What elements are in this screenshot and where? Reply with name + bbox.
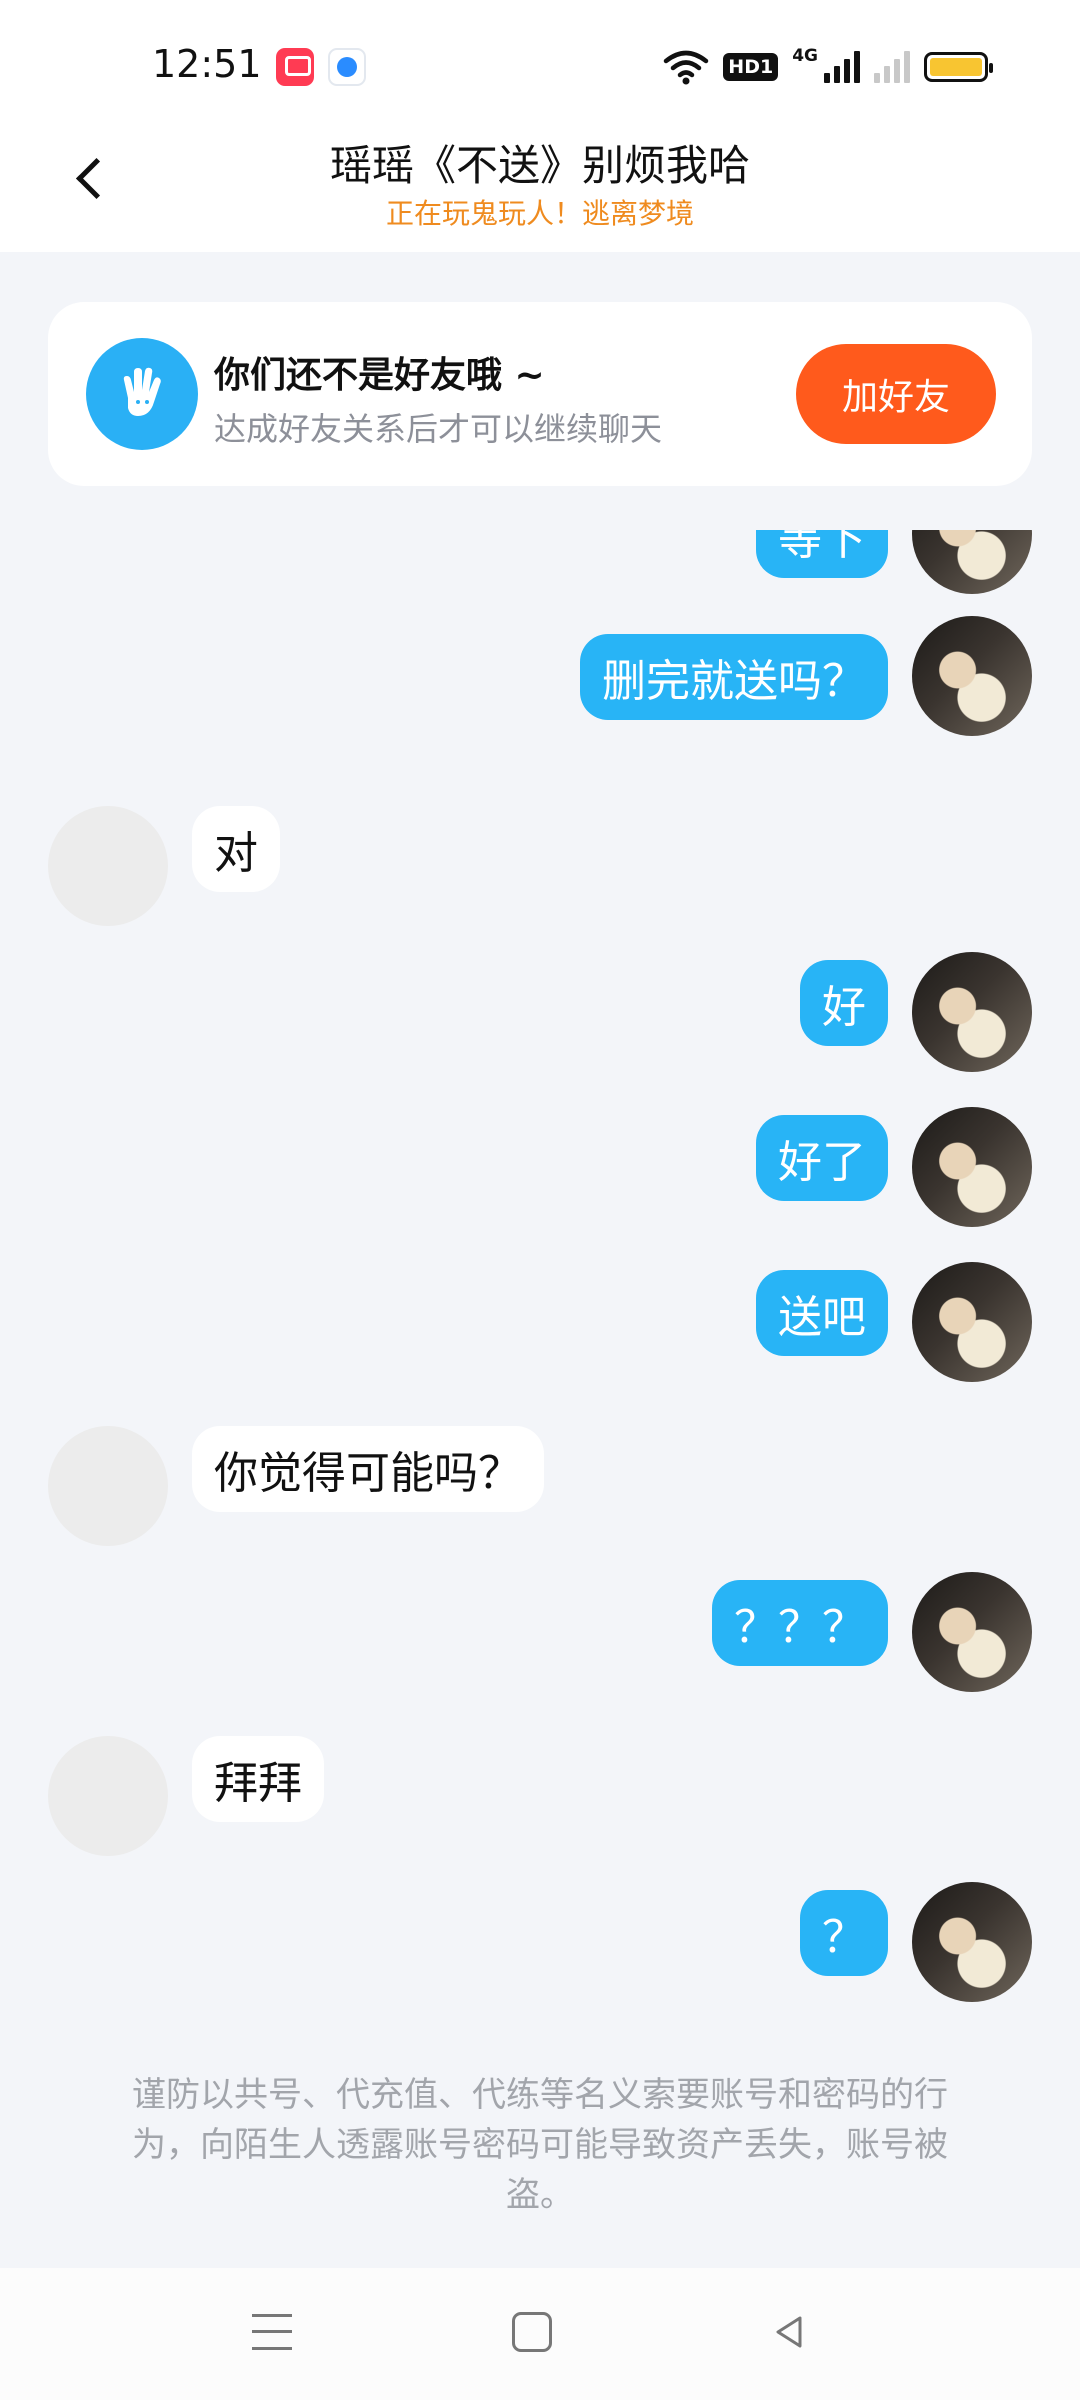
system-nav-bar: [0, 2268, 1080, 2400]
menu-icon[interactable]: [252, 2314, 292, 2350]
my-avatar[interactable]: [912, 530, 1032, 594]
my-avatar[interactable]: [912, 616, 1032, 736]
signal-icon: [824, 51, 860, 83]
other-avatar[interactable]: [48, 1426, 168, 1546]
friend-card-title: 你们还不是好友哦 ~: [214, 355, 545, 396]
message-bubble-me[interactable]: 送吧: [756, 1270, 888, 1356]
chat-title: 瑶瑶《不送》别烦我哈: [329, 141, 750, 190]
message-bubble-me[interactable]: 好了: [756, 1115, 888, 1201]
chat-subtitle: 正在玩鬼玩人！逃离梦境: [385, 197, 694, 230]
message-bubble-me[interactable]: 好: [800, 960, 888, 1046]
signal-2-icon: [874, 51, 910, 83]
my-avatar[interactable]: [912, 1107, 1032, 1227]
other-avatar[interactable]: [48, 1736, 168, 1856]
my-avatar[interactable]: [912, 952, 1032, 1072]
back-triangle-icon[interactable]: [770, 2312, 810, 2352]
notification-app-icon: [276, 48, 314, 86]
other-avatar[interactable]: [48, 806, 168, 926]
add-friend-button[interactable]: 加好友: [796, 344, 996, 444]
message-list[interactable]: 等下 删完就送吗？ 对 好 好了 送吧 你觉得可能吗？ ？？？ 拜拜 ？: [0, 530, 1080, 2060]
status-icons: HD1 4G: [663, 46, 993, 88]
network-type: 4G: [792, 46, 818, 66]
friend-card-subtitle: 达成好友关系后才可以继续聊天: [214, 410, 663, 448]
wifi-icon: [664, 50, 709, 85]
message-bubble-me[interactable]: ？: [800, 1890, 888, 1976]
my-avatar[interactable]: [912, 1262, 1032, 1382]
my-avatar[interactable]: [912, 1572, 1032, 1692]
message-bubble-other[interactable]: 你觉得可能吗？: [192, 1426, 544, 1512]
battery-icon: [924, 52, 993, 82]
security-notice: 谨防以共号、代充值、代练等名义索要账号和密码的行为，向陌生人透露账号密码可能导致…: [132, 2075, 948, 2215]
message-bubble-other[interactable]: 对: [192, 806, 280, 892]
my-avatar[interactable]: [912, 1882, 1032, 2002]
hand-wave-icon: [86, 338, 198, 450]
status-time: 12:51: [152, 42, 262, 86]
top-bar: 12:51 HD1 4G 瑶瑶《不送》别烦我哈 正在玩鬼玩人！逃离梦境: [0, 0, 1080, 252]
message-bubble-me[interactable]: 删完就送吗？: [580, 634, 888, 720]
message-bubble-me[interactable]: 等下: [756, 530, 888, 578]
notification-browser-icon: [328, 48, 366, 86]
friend-request-card: 你们还不是好友哦 ~ 达成好友关系后才可以继续聊天 加好友: [48, 302, 1032, 486]
home-icon[interactable]: [512, 2312, 552, 2352]
message-bubble-other[interactable]: 拜拜: [192, 1736, 324, 1822]
message-bubble-me[interactable]: ？？？: [712, 1580, 888, 1666]
hd-icon: HD1: [723, 53, 779, 81]
